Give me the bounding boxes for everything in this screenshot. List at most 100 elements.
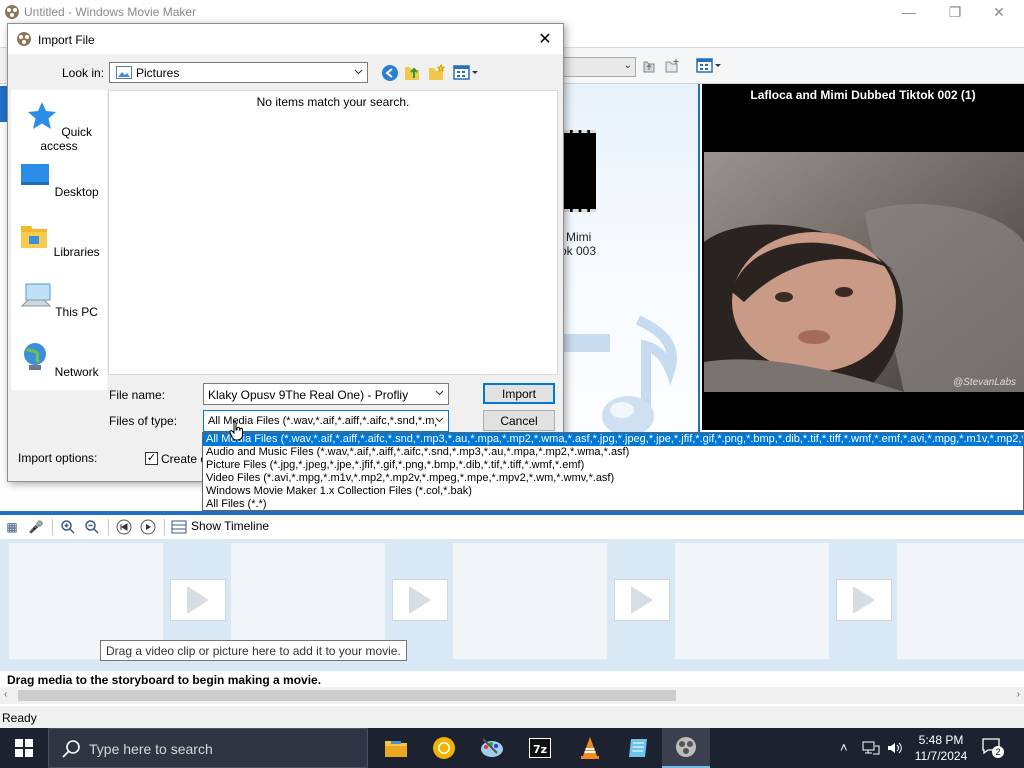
taskbar: Type here to search 7z ˄ 5:48 PM 11/7/20… [0, 728, 1024, 768]
collections-combo[interactable]: ⌄ [560, 57, 636, 77]
video-frame-image [704, 152, 1024, 392]
file-type-option[interactable]: All Media Files (*.wav,*.aif,*.aiff,*.ai… [203, 433, 1023, 446]
storyboard-slot[interactable] [675, 543, 829, 659]
chevron-down-icon [435, 390, 444, 396]
create-new-folder-icon[interactable] [428, 64, 446, 82]
place-this-pc[interactable]: This PC [11, 280, 107, 319]
show-hidden-icons-chevron-icon[interactable]: ˄ [840, 740, 848, 755]
transition-cell[interactable] [392, 579, 448, 621]
close-button[interactable]: ✕ [976, 0, 1022, 24]
timeline-icon[interactable] [171, 519, 187, 535]
place-libraries[interactable]: Libraries [11, 220, 107, 259]
file-list[interactable]: No items match your search. [108, 90, 558, 375]
network-icon[interactable] [862, 740, 880, 756]
zoom-in-icon[interactable] [60, 519, 76, 535]
scroll-right-icon[interactable]: › [1017, 689, 1020, 700]
file-name-combo[interactable]: Klaky Opusv 9The Real One) - Profliy [203, 383, 449, 405]
show-timeline-button[interactable]: Show Timeline [191, 519, 269, 533]
place-desktop[interactable]: Desktop [11, 160, 107, 199]
file-name-value: Klaky Opusv 9The Real One) - Profliy [208, 388, 409, 402]
file-type-option[interactable]: Windows Movie Maker 1.x Collection Files… [203, 485, 1023, 498]
dialog-title: Import File [38, 33, 95, 47]
cancel-button[interactable]: Cancel [483, 410, 555, 431]
import-file-dialog: Import File ✕ Look in: Pictures Quick ac… [7, 23, 564, 482]
import-button[interactable]: Import [483, 383, 555, 404]
look-in-dropdown[interactable]: Pictures [109, 62, 368, 83]
import-options-label: Import options: [18, 451, 98, 465]
transition-cell[interactable] [836, 579, 892, 621]
file-type-option[interactable]: Video Files (*.avi,*.mpg,*.m1v,*.mp2,*.m… [203, 472, 1023, 485]
files-of-type-list: All Media Files (*.wav,*.aif,*.aiff,*.ai… [202, 432, 1024, 511]
storyboard-message: Drag media to the storyboard to begin ma… [7, 673, 322, 687]
file-name-label: File name: [109, 388, 166, 402]
storyboard-slot[interactable] [453, 543, 607, 659]
narrate-icon[interactable]: 🎤 [28, 519, 44, 535]
file-type-option[interactable]: Audio and Music Files (*.wav,*.aif,*.aif… [203, 446, 1023, 459]
action-center-button[interactable]: 2 [982, 738, 1004, 758]
storyboard-toolbar: ▦ 🎤 Show Timeline [0, 515, 1024, 539]
notepad-taskbar-button[interactable] [614, 728, 662, 768]
storyboard-slot[interactable] [897, 543, 1024, 659]
clip-caption-line2: ok 003 [560, 244, 597, 258]
place-label: Libraries [53, 245, 100, 259]
scroll-left-icon[interactable]: ‹ [4, 689, 7, 700]
storyboard-scrollbar[interactable]: ‹ › [0, 687, 1024, 704]
place-quick-access[interactable]: Quick access [11, 100, 107, 153]
volume-icon[interactable] [886, 740, 904, 756]
restore-button[interactable]: ❐ [932, 0, 978, 24]
scroll-thumb[interactable] [18, 690, 676, 701]
view-menu-icon[interactable] [453, 64, 479, 82]
places-bar: Quick access Desktop Libraries This PC N… [11, 90, 107, 390]
look-in-value: Pictures [136, 66, 180, 80]
dialog-titlebar: Import File ✕ [8, 24, 563, 54]
up-folder-icon[interactable] [641, 58, 657, 74]
chrome-taskbar-button[interactable] [420, 728, 468, 768]
status-bar: Ready [0, 706, 1024, 728]
main-titlebar: Untitled - Windows Movie Maker — ❐ ✕ [0, 0, 1024, 24]
views-icon[interactable] [696, 58, 722, 74]
new-folder-icon[interactable] [664, 58, 680, 74]
place-label: This PC [55, 305, 98, 319]
set-audio-levels-icon[interactable]: ▦ [4, 519, 20, 535]
up-one-level-icon[interactable] [404, 64, 422, 82]
empty-list-message: No items match your search. [256, 95, 410, 109]
file-type-option[interactable]: All Files (*.*) [203, 498, 1023, 510]
minimize-button[interactable]: — [886, 0, 932, 24]
browser-icon [433, 737, 455, 759]
paint-taskbar-button[interactable] [468, 728, 516, 768]
movie-maker-dialog-icon [17, 32, 31, 46]
file-explorer-taskbar-button[interactable] [372, 728, 420, 768]
status-text: Ready [2, 711, 37, 725]
transition-cell[interactable] [170, 579, 226, 621]
rewind-storyboard-icon[interactable] [116, 519, 132, 535]
back-icon[interactable] [381, 64, 399, 82]
transition-cell[interactable] [614, 579, 670, 621]
preview-video-frame[interactable]: @StevanLabs [704, 152, 1024, 392]
taskbar-search-box[interactable]: Type here to search [48, 728, 368, 768]
pictures-folder-icon [116, 66, 132, 79]
notification-count-badge: 2 [992, 746, 1004, 758]
svg-text:7z: 7z [533, 743, 547, 756]
storyboard-drag-tooltip: Drag a video clip or picture here to add… [100, 640, 407, 661]
paint-icon [481, 738, 503, 757]
computer-icon [20, 283, 52, 307]
place-network[interactable]: Network [11, 340, 107, 379]
7zip-taskbar-button[interactable]: 7z [516, 728, 564, 768]
clock-time: 5:48 PM [918, 733, 964, 747]
chevron-down-icon [435, 415, 444, 424]
movie-maker-taskbar-button[interactable] [662, 728, 710, 768]
transition-arrow-icon [409, 586, 431, 614]
window-title: Untitled - Windows Movie Maker [24, 5, 197, 19]
create-clips-label: Create c [161, 452, 207, 466]
search-icon [62, 740, 80, 758]
vlc-taskbar-button[interactable] [566, 728, 614, 768]
create-clips-checkbox[interactable]: ✓ [145, 452, 158, 465]
clip-thumbnail[interactable] [564, 130, 596, 212]
dialog-close-icon[interactable]: ✕ [535, 29, 555, 49]
play-storyboard-icon[interactable] [140, 519, 156, 535]
transition-arrow-icon [187, 586, 209, 614]
start-button[interactable] [0, 728, 48, 768]
file-type-option[interactable]: Picture Files (*.jpg,*.jpeg,*.jpe,*.jfif… [203, 459, 1023, 472]
zoom-out-icon[interactable] [84, 519, 100, 535]
taskbar-clock[interactable]: 5:48 PM 11/7/2024 [910, 732, 972, 764]
